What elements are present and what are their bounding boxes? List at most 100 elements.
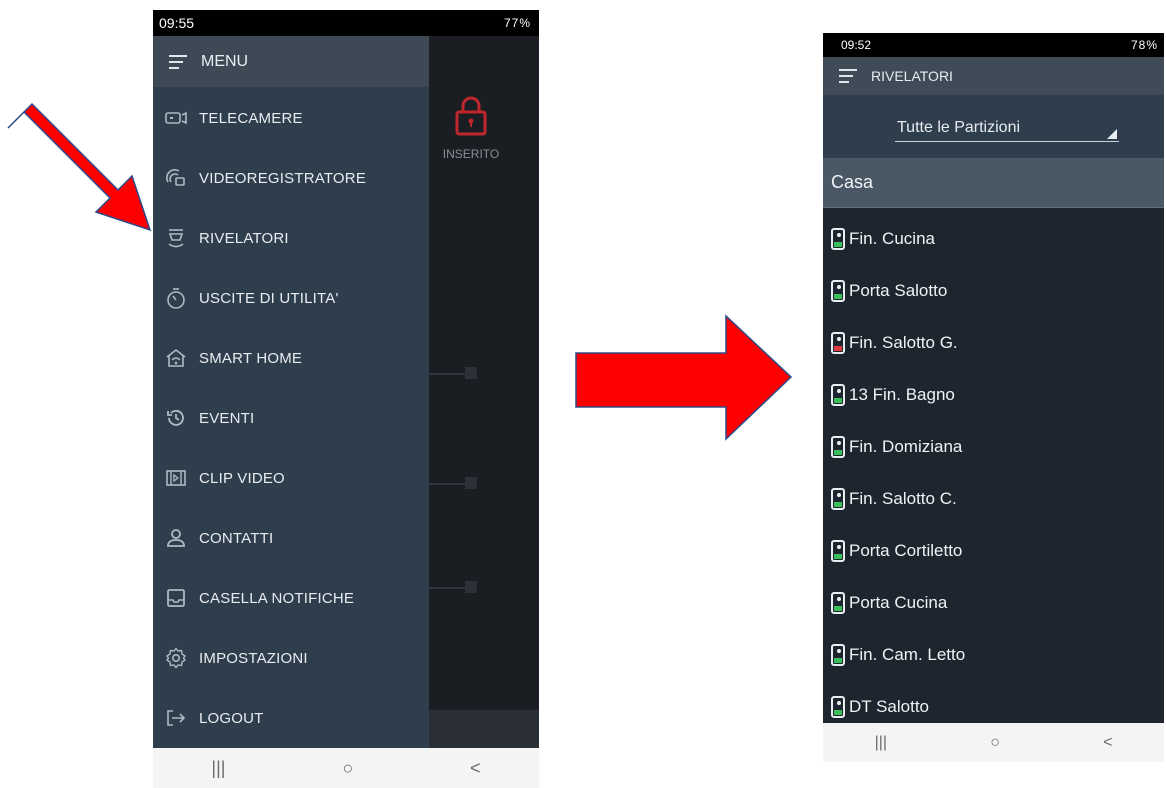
partition-dropdown[interactable]: Tutte le Partizioni: [895, 117, 1119, 142]
sensor-status-icon: [831, 696, 845, 718]
dropdown-caret-icon: [1107, 129, 1117, 139]
back-button[interactable]: <: [470, 758, 481, 779]
detector-icon: [165, 227, 187, 249]
menu-item-clip-video[interactable]: CLIP VIDEO: [153, 456, 429, 500]
menu-item-label: IMPOSTAZIONI: [199, 649, 308, 667]
list-item[interactable]: Porta Cucina: [823, 577, 1164, 629]
menu-item-label: USCITE DI UTILITA': [199, 289, 339, 307]
menu-item-impostazioni[interactable]: IMPOSTAZIONI: [153, 636, 429, 680]
sensor-status-icon: [831, 280, 845, 302]
menu-item-label: RIVELATORI: [199, 229, 289, 247]
menu-item-label: CLIP VIDEO: [199, 469, 285, 487]
list-item[interactable]: Fin. Salotto C.: [823, 473, 1164, 525]
pointer-arrow-diagonal: [7, 102, 152, 232]
status-icons: 78%: [1131, 38, 1158, 52]
navigation-drawer: MENU TELECAMERE VIDEOREGISTRATORE RIVELA…: [153, 36, 429, 748]
battery-percentage: 77%: [503, 16, 531, 30]
menu-item-telecamere[interactable]: TELECAMERE: [153, 96, 429, 140]
sensor-status-icon: [831, 384, 845, 406]
drawer-title: MENU: [201, 52, 249, 70]
section-header: Casa: [823, 158, 1164, 208]
sensor-status-icon: [831, 644, 845, 666]
section-title: Casa: [831, 172, 874, 192]
logout-icon: [165, 707, 187, 729]
status-icons: 77%: [504, 16, 531, 30]
recents-button[interactable]: |||: [211, 758, 225, 779]
list-item[interactable]: Fin. Domiziana: [823, 421, 1164, 473]
background-footer: [428, 710, 539, 748]
menu-item-label: LOGOUT: [199, 709, 264, 727]
menu-item-casella-notifiche[interactable]: CASELLA NOTIFICHE: [153, 576, 429, 620]
list-item[interactable]: Fin. Cucina: [823, 213, 1164, 265]
menu-item-rivelatori[interactable]: RIVELATORI: [153, 216, 429, 260]
home-button[interactable]: ○: [990, 734, 1000, 752]
phone-detectors-screen: 09:52 78% RIVELATORI Tutte le Partizioni…: [823, 33, 1164, 762]
menu-item-logout[interactable]: LOGOUT: [153, 696, 429, 740]
partition-filter-area: Tutte le Partizioni: [823, 95, 1164, 158]
detector-name: Fin. Salotto C.: [849, 489, 957, 508]
menu-item-videoregistratore[interactable]: VIDEOREGISTRATORE: [153, 156, 429, 200]
list-item[interactable]: Porta Salotto: [823, 265, 1164, 317]
decor-square: [465, 477, 477, 489]
menu-item-label: EVENTI: [199, 409, 255, 427]
list-item[interactable]: Fin. Salotto G.: [823, 317, 1164, 369]
detector-name: 13 Fin. Bagno: [849, 385, 955, 404]
armed-status-label: INSERITO: [442, 147, 500, 161]
partition-selected-value: Tutte le Partizioni: [897, 119, 1021, 136]
home-button[interactable]: ○: [342, 758, 353, 779]
person-icon: [165, 527, 187, 549]
detector-name: Fin. Cucina: [849, 229, 935, 248]
system-nav-bar: ||| ○ <: [823, 723, 1164, 762]
hamburger-icon[interactable]: [839, 69, 857, 83]
inbox-icon: [165, 587, 187, 609]
detector-name: DT Salotto: [849, 697, 930, 716]
sensor-status-icon: [831, 332, 845, 354]
recents-button[interactable]: |||: [875, 734, 887, 752]
menu-item-label: CASELLA NOTIFICHE: [199, 589, 355, 607]
menu-item-label: VIDEOREGISTRATORE: [199, 169, 367, 187]
detector-name: Porta Cucina: [849, 593, 948, 612]
battery-percentage: 78%: [1130, 38, 1158, 52]
page-title: RIVELATORI: [871, 68, 953, 84]
armed-status[interactable]: INSERITO: [439, 96, 503, 161]
video-recorder-icon: [165, 167, 187, 189]
detector-name: Fin. Domiziana: [849, 437, 963, 456]
status-time: 09:55: [159, 15, 195, 31]
status-bar: 09:52 78%: [823, 33, 1164, 57]
phone-menu-screen: 09:55 77% INSERITO MENU TELECAMERE VIDEO…: [153, 10, 539, 788]
history-icon: [165, 407, 187, 429]
sensor-status-icon: [831, 592, 845, 614]
list-item[interactable]: Fin. Cam. Letto: [823, 629, 1164, 681]
pointer-arrow-right: [575, 314, 793, 441]
sensor-status-icon: [831, 436, 845, 458]
back-button[interactable]: <: [1103, 734, 1112, 752]
detector-name: Fin. Cam. Letto: [849, 645, 966, 664]
detector-name: Porta Salotto: [849, 281, 948, 300]
menu-item-eventi[interactable]: EVENTI: [153, 396, 429, 440]
camera-icon: [165, 107, 187, 129]
menu-item-uscite-di-utilita[interactable]: USCITE DI UTILITA': [153, 276, 429, 320]
list-item[interactable]: Porta Cortiletto: [823, 525, 1164, 577]
drawer-header: MENU: [153, 36, 429, 87]
timer-icon: [165, 287, 187, 309]
menu-item-contatti[interactable]: CONTATTI: [153, 516, 429, 560]
gear-icon: [165, 647, 187, 669]
menu-item-label: SMART HOME: [199, 349, 303, 367]
decor-square: [465, 367, 477, 379]
decor-square: [465, 581, 477, 593]
menu-item-label: CONTATTI: [199, 529, 274, 547]
menu-item-smart-home[interactable]: SMART HOME: [153, 336, 429, 380]
sensor-status-icon: [831, 540, 845, 562]
hamburger-icon[interactable]: [169, 54, 187, 69]
sensor-status-icon: [831, 488, 845, 510]
app-header: RIVELATORI: [823, 57, 1164, 95]
system-nav-bar: ||| ○ <: [153, 748, 539, 788]
detector-name: Fin. Salotto G.: [849, 333, 958, 352]
status-time: 09:52: [841, 38, 872, 52]
lock-icon: [455, 96, 487, 136]
smart-home-icon: [165, 347, 187, 369]
detector-name: Porta Cortiletto: [849, 541, 963, 560]
sensor-status-icon: [831, 228, 845, 250]
status-bar: 09:55 77%: [153, 10, 539, 36]
list-item[interactable]: 13 Fin. Bagno: [823, 369, 1164, 421]
